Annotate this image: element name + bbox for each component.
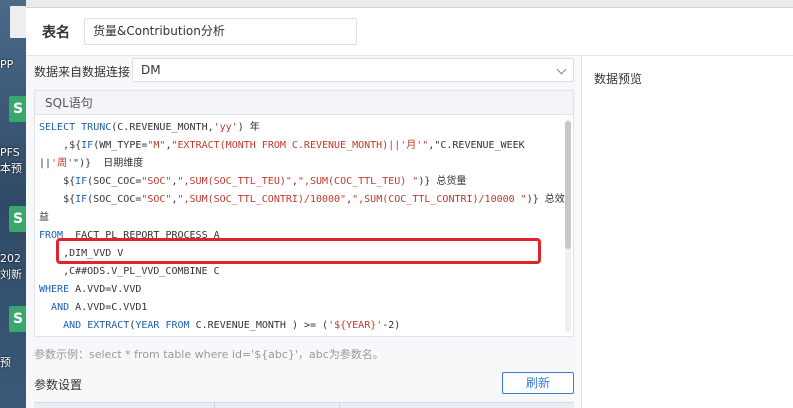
- spreadsheet-icon[interactable]: S: [9, 306, 26, 332]
- sql-line: WHERE A.VVD=V.VVD: [39, 284, 142, 295]
- column-divider: [214, 402, 215, 408]
- desktop-label: 202: [0, 252, 21, 265]
- param-hint: 参数示例：select * from table where id='${abc…: [34, 348, 384, 361]
- table-name-label: 表名: [42, 25, 70, 41]
- desktop-label: 本预: [0, 162, 22, 175]
- preview-title: 数据预览: [594, 72, 643, 86]
- sql-box: SQL语句 SELECT TRUNC(C.REVENUE_MONTH,'yy')…: [34, 90, 574, 337]
- params-table-header: [34, 402, 574, 408]
- desktop-label: 预: [0, 356, 11, 369]
- chevron-down-icon: [556, 64, 567, 75]
- sql-title: SQL语句: [35, 91, 573, 115]
- scrollbar-thumb[interactable]: [565, 121, 571, 249]
- desktop-label: PP: [0, 58, 14, 71]
- dataset-dialog: 表名 货量&Contribution分析 数据来自数据连接 DM SQL语句 S…: [26, 8, 793, 408]
- desktop-label: PFS: [0, 146, 20, 159]
- preview-panel: 数据预览: [581, 56, 793, 408]
- spreadsheet-icon[interactable]: S: [9, 96, 26, 122]
- desktop-file-icon[interactable]: [10, 6, 26, 38]
- sql-line: ${IF(SOC_COC="SOC",",SUM(SOC_TTL_TEU)","…: [39, 176, 467, 187]
- sql-editor[interactable]: SELECT TRUNC(C.REVENUE_MONTH,'yy') 年 ,${…: [35, 115, 573, 337]
- browser-toolbar: [26, 0, 793, 8]
- table-name-row: 表名 货量&Contribution分析: [26, 8, 793, 56]
- sql-line: SELECT TRUNC(C.REVENUE_MONTH,'yy') 年: [39, 122, 260, 133]
- column-divider: [339, 402, 340, 408]
- sql-line: ${IF(SOC_COC="SOC",",SUM(SOC_TTL_CONTRI)…: [39, 194, 565, 205]
- table-name-input[interactable]: 货量&Contribution分析: [84, 18, 357, 45]
- sql-editor-panel: 数据来自数据连接 DM SQL语句 SELECT TRUNC(C.REVENUE…: [26, 56, 580, 408]
- connection-value: DM: [141, 63, 161, 77]
- spreadsheet-icon[interactable]: S: [9, 206, 26, 232]
- sql-line: ,C##ODS.V_PL_VVD_COMBINE C: [39, 266, 220, 277]
- sql-line: AND A.VVD=C.VVD1: [51, 302, 148, 313]
- params-label: 参数设置: [34, 378, 83, 392]
- connection-select[interactable]: DM: [132, 58, 574, 82]
- refresh-button[interactable]: 刷新: [502, 372, 574, 394]
- sql-line: AND EXTRACT(YEAR FROM C.REVENUE_MONTH ) …: [63, 320, 401, 331]
- desktop-label: 刘新: [0, 268, 22, 281]
- sql-line: 益: [39, 212, 49, 223]
- desktop-strip: PP S PFS 本预 S 202 刘新 S 预: [0, 0, 26, 408]
- highlight-annotation: [56, 238, 541, 264]
- sql-line: ||'周'")} 日期维度: [39, 158, 144, 169]
- connection-label: 数据来自数据连接: [34, 65, 131, 79]
- sql-code[interactable]: SELECT TRUNC(C.REVENUE_MONTH,'yy') 年 ,${…: [39, 119, 565, 335]
- sql-line: ,${IF(WM_TYPE="M","EXTRACT(MONTH FROM C.…: [39, 140, 525, 151]
